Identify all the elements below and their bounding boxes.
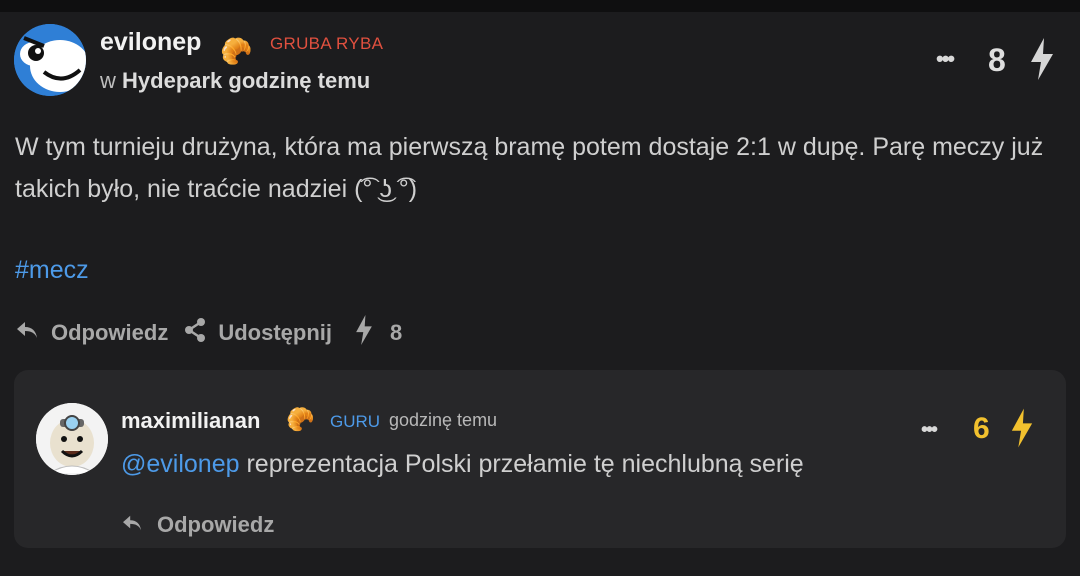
lightning-icon[interactable] — [1029, 38, 1055, 85]
reply-reply-button[interactable]: Odpowiedz — [121, 512, 274, 538]
post-time: godzinę temu — [228, 68, 371, 93]
rank-badge: GRUBA RYBA — [270, 34, 384, 53]
post-author[interactable]: evilonep — [100, 28, 201, 57]
share-button[interactable]: Udostępnij — [184, 318, 332, 348]
lightning-icon[interactable] — [1010, 408, 1034, 453]
reply-author[interactable]: maximilianan — [121, 408, 260, 434]
hashtag-link[interactable]: #mecz — [15, 256, 89, 285]
post-score: 8 — [988, 42, 1006, 78]
reply-content: @evilonep reprezentacja Polski przełamie… — [121, 450, 804, 479]
post-actions: Odpowiedz Udostępnij 8 — [15, 315, 402, 351]
share-icon — [184, 318, 218, 348]
reply-score: 6 — [973, 412, 990, 445]
more-dots-icon[interactable]: ••• — [936, 46, 955, 72]
community-link[interactable]: Hydepark — [122, 68, 222, 93]
vote-count: 8 — [390, 320, 403, 345]
croissant-icon: 🥐 — [220, 36, 253, 66]
reply-arrow-icon — [15, 320, 51, 346]
author-avatar[interactable] — [14, 24, 86, 96]
share-label: Udostępnij — [218, 320, 332, 345]
reply-label: Odpowiedz — [51, 320, 169, 345]
post-content: W tym turnieju drużyna, która ma pierwsz… — [15, 133, 1044, 203]
more-dots-icon[interactable]: ••• — [921, 419, 938, 442]
croissant-icon: 🥐 — [286, 406, 315, 432]
meta-prefix: w — [100, 68, 116, 93]
vote-button[interactable]: 8 — [354, 315, 402, 351]
reply-avatar[interactable] — [36, 403, 108, 475]
reply-text: reprezentacja Polski przełamie tę niechl… — [239, 450, 804, 478]
reply-rank-badge: GURU — [330, 412, 381, 431]
mention-link[interactable]: @evilonep — [121, 450, 240, 478]
reply-button[interactable]: Odpowiedz — [15, 320, 168, 346]
top-bar — [0, 0, 1080, 12]
reply-arrow-icon — [121, 512, 157, 538]
reply-label: Odpowiedz — [157, 512, 275, 537]
reply-time: godzinę temu — [389, 410, 498, 430]
lightning-icon — [354, 315, 386, 351]
post-meta: w Hydepark godzinę temu — [100, 68, 370, 94]
